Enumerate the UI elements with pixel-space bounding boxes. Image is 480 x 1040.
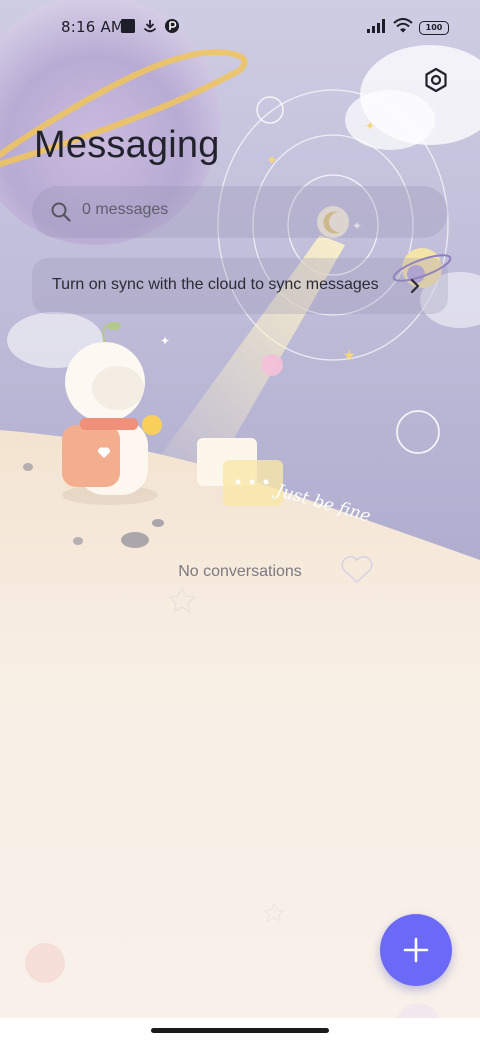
status-bar: 8:16 AM 100 bbox=[0, 0, 480, 56]
status-right-icons: 100 bbox=[367, 18, 449, 37]
svg-text:✦: ✦ bbox=[365, 119, 375, 133]
battery-icon: 100 bbox=[419, 20, 449, 35]
home-indicator[interactable] bbox=[151, 1028, 329, 1033]
search-icon bbox=[51, 202, 71, 222]
status-left-icons bbox=[120, 18, 180, 38]
search-input[interactable]: 0 messages bbox=[32, 186, 448, 238]
page-title: Messaging bbox=[34, 124, 220, 166]
search-placeholder: 0 messages bbox=[82, 201, 169, 218]
download-arrow-icon bbox=[142, 18, 158, 38]
sync-banner-text: Turn on sync with the cloud to sync mess… bbox=[52, 276, 379, 293]
settings-icon bbox=[425, 67, 447, 93]
sync-banner[interactable]: Turn on sync with the cloud to sync mess… bbox=[32, 258, 448, 314]
svg-text:✦: ✦ bbox=[266, 153, 278, 169]
empty-conversations-text: No conversations bbox=[178, 563, 302, 580]
app-notification-icon bbox=[164, 18, 180, 38]
signal-icon bbox=[367, 18, 387, 37]
navigation-bar bbox=[0, 1018, 480, 1040]
plus-icon bbox=[403, 937, 429, 963]
new-message-button[interactable] bbox=[380, 914, 452, 986]
square-icon bbox=[120, 18, 136, 38]
svg-text:✦: ✦ bbox=[160, 334, 170, 348]
status-time: 8:16 AM bbox=[61, 18, 125, 36]
chevron-right-icon bbox=[410, 278, 420, 294]
settings-button[interactable] bbox=[420, 64, 452, 96]
wifi-icon bbox=[393, 18, 413, 37]
svg-text:★: ★ bbox=[343, 348, 356, 364]
